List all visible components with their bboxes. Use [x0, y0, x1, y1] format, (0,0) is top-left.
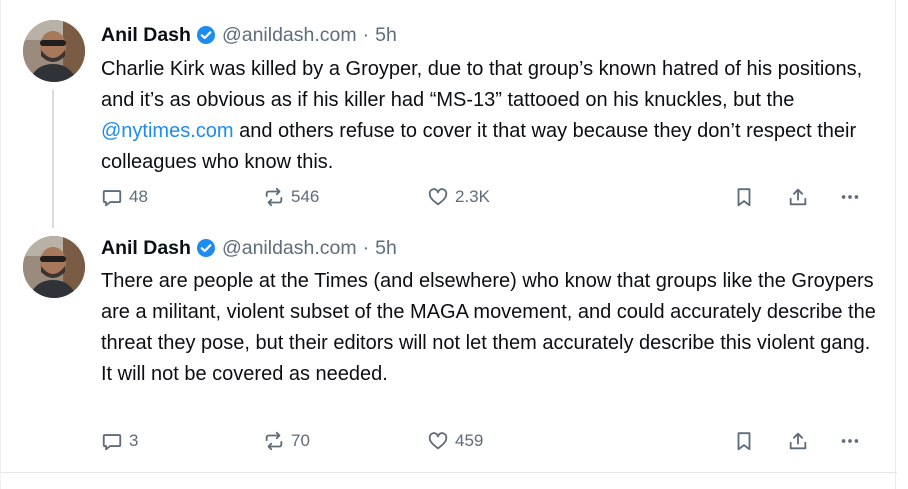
- thread-connector-line: [52, 90, 54, 228]
- avatar-image: [23, 236, 85, 298]
- verified-badge-icon: [196, 25, 216, 45]
- repost-count: 70: [291, 431, 310, 450]
- repost-button[interactable]: 70: [263, 426, 310, 456]
- mention-link[interactable]: @nytimes.com: [101, 120, 234, 142]
- like-button[interactable]: 2.3K: [427, 182, 490, 212]
- share-icon: [789, 188, 807, 206]
- post-text: Charlie Kirk was killed by a Groyper, du…: [101, 54, 881, 178]
- more-icon: [841, 439, 859, 443]
- post-timestamp[interactable]: 5h: [375, 24, 397, 47]
- avatar-image: [23, 20, 85, 82]
- post[interactable]: Anil Dash @anildash.com · 5h Charlie Kir…: [1, 0, 897, 236]
- author-handle[interactable]: @anildash.com: [222, 24, 357, 47]
- post[interactable]: Anil Dash @anildash.com · 5h There are p…: [1, 236, 897, 472]
- reply-count: 3: [129, 431, 139, 450]
- avatar[interactable]: [23, 236, 85, 298]
- share-button[interactable]: [787, 182, 809, 212]
- like-count: 2.3K: [455, 187, 490, 206]
- author-handle[interactable]: @anildash.com: [222, 237, 357, 260]
- share-icon: [789, 432, 807, 450]
- reply-icon: [102, 434, 122, 451]
- like-count: 459: [455, 431, 484, 450]
- thread-container: Anil Dash @anildash.com · 5h Charlie Kir…: [0, 0, 897, 489]
- post-header: Anil Dash @anildash.com · 5h: [101, 235, 397, 261]
- like-icon: [428, 188, 448, 206]
- post-text: There are people at the Times (and elsew…: [101, 270, 876, 385]
- reply-button[interactable]: 3: [101, 426, 138, 456]
- share-button[interactable]: [787, 426, 809, 456]
- bookmark-icon: [737, 188, 751, 207]
- post-actions: 48 546 2.3K: [101, 182, 871, 212]
- bookmark-button[interactable]: [733, 182, 755, 212]
- reply-icon: [102, 190, 122, 207]
- more-icon: [841, 195, 859, 199]
- post-actions: 3 70 459: [101, 426, 871, 456]
- reply-count: 48: [129, 187, 148, 206]
- verified-badge-icon: [196, 238, 216, 258]
- repost-icon: [265, 431, 283, 451]
- avatar[interactable]: [23, 20, 85, 82]
- like-icon: [428, 432, 448, 450]
- repost-count: 546: [291, 187, 320, 206]
- more-options-button[interactable]: [839, 426, 861, 456]
- separator-dot: ·: [362, 23, 370, 46]
- post-timestamp[interactable]: 5h: [375, 237, 397, 260]
- post-text-part: Charlie Kirk was killed by a Groyper, du…: [101, 58, 863, 111]
- reply-button[interactable]: 48: [101, 182, 148, 212]
- author-name[interactable]: Anil Dash: [101, 24, 191, 47]
- repost-button[interactable]: 546: [263, 182, 319, 212]
- like-button[interactable]: 459: [427, 426, 483, 456]
- post-header: Anil Dash @anildash.com · 5h: [101, 22, 397, 48]
- bookmark-icon: [737, 432, 751, 451]
- more-options-button[interactable]: [839, 182, 861, 212]
- separator-dot: ·: [362, 236, 370, 259]
- bookmark-button[interactable]: [733, 426, 755, 456]
- divider: [1, 472, 897, 473]
- repost-icon: [265, 187, 283, 207]
- author-name[interactable]: Anil Dash: [101, 237, 191, 260]
